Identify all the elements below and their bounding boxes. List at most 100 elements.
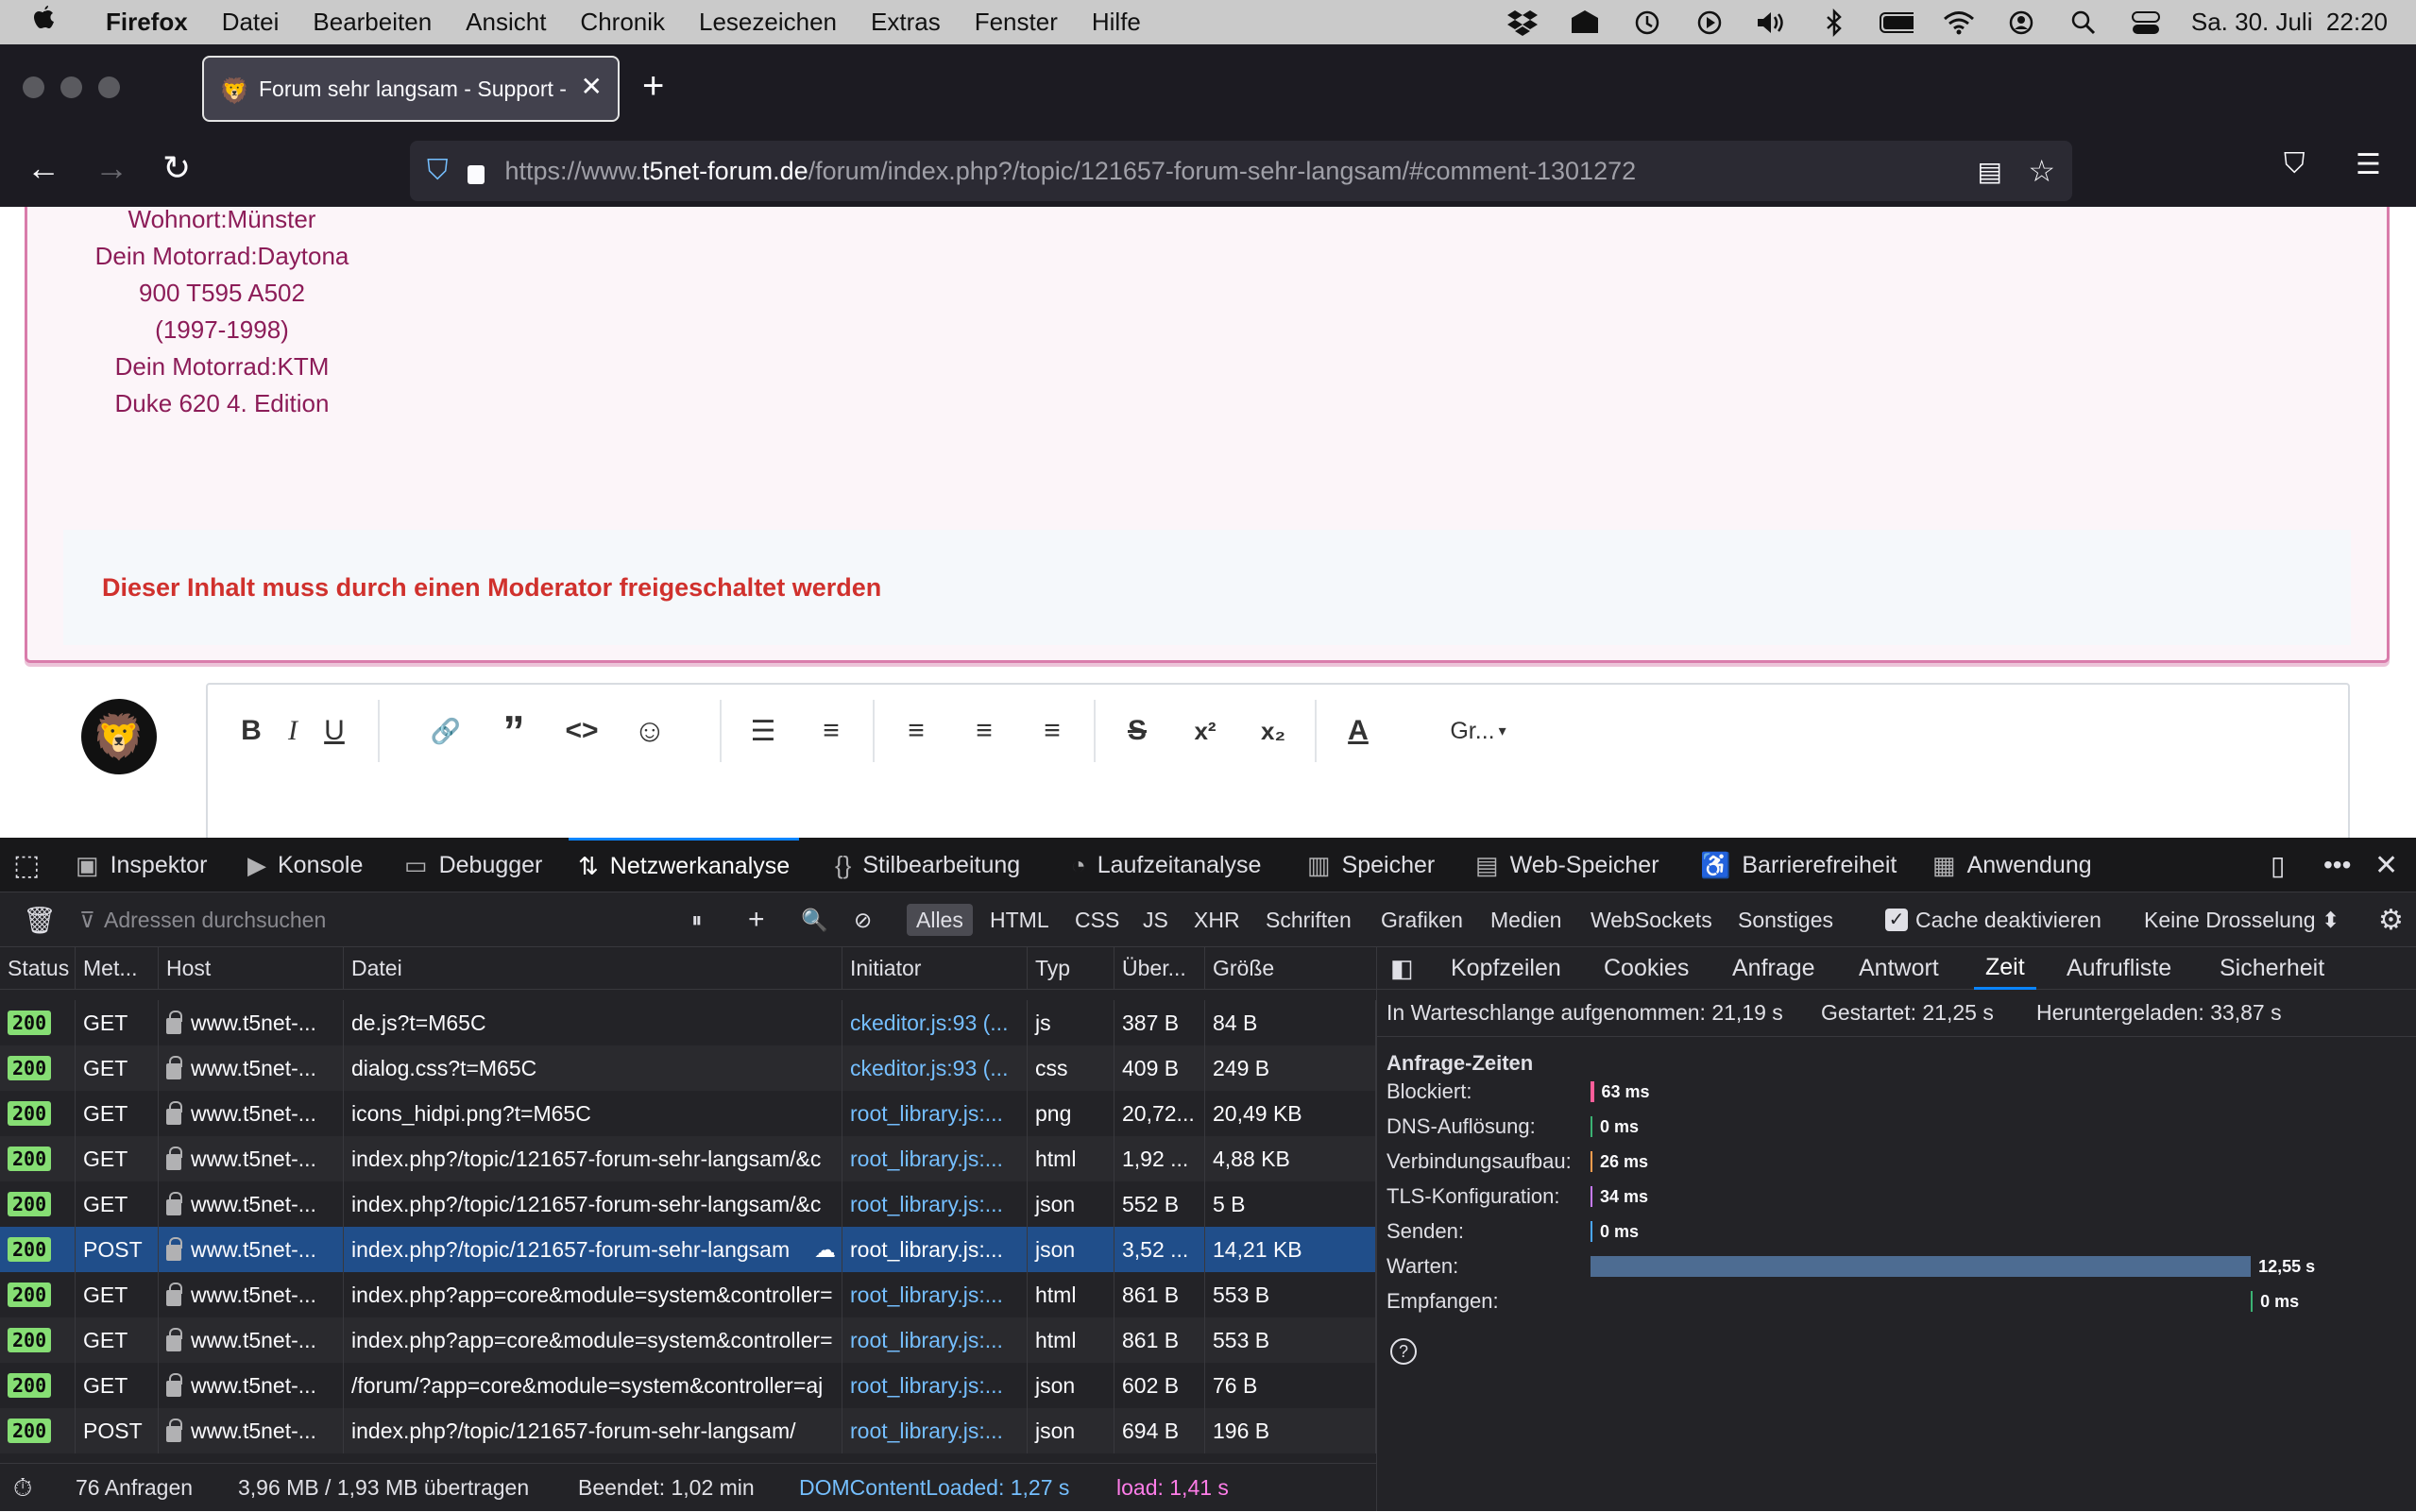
cell-initiator[interactable]: ckeditor.js:93 (... xyxy=(842,1045,1028,1091)
filter-css[interactable]: CSS xyxy=(1065,904,1129,936)
quote-button[interactable]: ” xyxy=(480,685,548,777)
more-options-icon[interactable]: ••• xyxy=(2323,838,2351,892)
close-devtools-icon[interactable]: ✕ xyxy=(2374,838,2398,892)
tab-sicherheit[interactable]: Sicherheit xyxy=(2220,947,2324,990)
play-icon[interactable] xyxy=(1693,8,1727,37)
tab-cookies[interactable]: Cookies xyxy=(1604,947,1689,990)
lock-icon[interactable] xyxy=(467,165,485,184)
url-bar[interactable]: ⛉ https://www. t5net-forum.de/forum/index… xyxy=(410,141,2072,201)
search-icon[interactable]: 🔍 xyxy=(791,904,838,936)
reader-view-icon[interactable]: ▤ xyxy=(1978,156,2002,187)
pocket-icon[interactable]: ⛉ xyxy=(2284,148,2305,180)
filter-alles[interactable]: Alles xyxy=(907,904,973,936)
help-icon[interactable]: ? xyxy=(1390,1338,1417,1365)
subscript-button[interactable]: x₂ xyxy=(1239,685,1307,777)
apple-menu-icon[interactable] xyxy=(32,5,77,40)
dropbox-icon[interactable] xyxy=(1506,8,1540,37)
cell-initiator[interactable]: root_library.js:... xyxy=(842,1317,1028,1363)
wifi-icon[interactable] xyxy=(1942,8,1976,37)
time-machine-icon[interactable] xyxy=(1630,8,1664,37)
tab-netzwerkanalyse[interactable]: ⇅ Netzwerkanalyse xyxy=(569,838,800,892)
filter-sonstiges[interactable]: Sonstiges xyxy=(1728,904,1843,936)
settings-gear-icon[interactable]: ⚙ xyxy=(2369,904,2413,936)
tab-anwendung[interactable]: ▦ Anwendung xyxy=(1932,838,2092,892)
bookmark-star-icon[interactable]: ☆ xyxy=(2028,153,2055,189)
strikethrough-button[interactable]: S xyxy=(1103,685,1171,777)
emoji-button[interactable]: ☺ xyxy=(616,685,684,777)
col-file[interactable]: Datei xyxy=(344,947,842,990)
table-row[interactable]: 200 GET www.t5net-... icons_hidpi.png?t=M65… xyxy=(0,1091,1376,1136)
cell-initiator[interactable]: root_library.js:... xyxy=(842,1408,1028,1453)
cell-initiator[interactable]: root_library.js:... xyxy=(842,1363,1028,1408)
add-icon[interactable]: + xyxy=(739,904,774,936)
stopwatch-icon[interactable]: ⏱ xyxy=(13,1464,32,1512)
table-row[interactable]: 200 GET www.t5net-... index.php?app=core&mo… xyxy=(0,1272,1376,1317)
throttling-select[interactable]: Keine Drosselung ⬍ xyxy=(2135,904,2349,936)
url-filter-input[interactable]: Adressen durchsuchen xyxy=(94,904,335,936)
control-center-icon[interactable] xyxy=(2129,8,2163,37)
menu-datei[interactable]: Datei xyxy=(222,8,280,37)
reload-button[interactable]: ↻ xyxy=(162,148,191,188)
spotlight-search-icon[interactable] xyxy=(2067,8,2101,37)
back-button[interactable]: ← xyxy=(26,148,60,188)
table-row[interactable]: 200 GET www.t5net-... index.php?app=core&mo… xyxy=(0,1317,1376,1363)
tab-barrierefreiheit[interactable]: ♿ Barrierefreiheit xyxy=(1700,838,1897,892)
filter-websockets[interactable]: WebSockets xyxy=(1581,904,1722,936)
tab-zeit[interactable]: Zeit xyxy=(1974,947,2036,990)
bulleted-list-button[interactable]: ☰ xyxy=(729,685,797,777)
user-icon[interactable] xyxy=(2004,8,2038,37)
tracking-protection-shield-icon[interactable]: ⛉ xyxy=(427,155,449,187)
filter-js[interactable]: JS xyxy=(1133,904,1178,936)
tab-anfrage[interactable]: Anfrage xyxy=(1732,947,1815,990)
table-row[interactable]: 200 GET www.t5net-... dialog.css?t=M65C cked… xyxy=(0,1045,1376,1091)
font-size-dropdown[interactable]: Gr... ▾ xyxy=(1426,685,1530,777)
font-color-button[interactable]: A xyxy=(1324,685,1392,777)
browser-tab-active[interactable]: 🦁 Forum sehr langsam - Support - ✕ xyxy=(202,56,620,122)
col-host[interactable]: Host xyxy=(159,947,344,990)
dock-side-icon[interactable]: ▯ xyxy=(2271,838,2285,892)
cell-initiator[interactable]: root_library.js:... xyxy=(842,1227,1028,1272)
align-left-button[interactable]: ≡ xyxy=(882,685,950,777)
reply-editor[interactable]: B I U 🔗 ” <> ☺ ☰ ≡ ≡ ≡ ≡ S x² x₂ A Gr...… xyxy=(206,683,2350,838)
cell-initiator[interactable]: root_library.js:... xyxy=(842,1181,1028,1227)
table-row[interactable]: 200 POST www.t5net-... index.php?/topic/121… xyxy=(0,1227,1376,1272)
tab-aufrufliste[interactable]: Aufrufliste xyxy=(2067,947,2171,990)
filter-xhr[interactable]: XHR xyxy=(1184,904,1250,936)
disable-cache-checkbox[interactable]: ✓ Cache deaktivieren xyxy=(1876,904,2111,936)
tab-stilbearbeitung[interactable]: {} Stilbearbeitung xyxy=(835,838,1020,892)
table-row[interactable]: 200 GET www.t5net-... /forum/?app=core&modu… xyxy=(0,1363,1376,1408)
menubar-clock[interactable]: Sa. 30. Juli 22:20 xyxy=(2191,8,2388,37)
battery-icon[interactable] xyxy=(1879,8,1914,37)
pause-icon[interactable]: ⏸ xyxy=(682,904,712,936)
tab-debugger[interactable]: ▭ Debugger xyxy=(404,838,542,892)
col-transferred[interactable]: Über... xyxy=(1114,947,1205,990)
link-button[interactable]: 🔗 xyxy=(412,685,480,777)
cell-initiator[interactable]: root_library.js:... xyxy=(842,1136,1028,1181)
align-center-button[interactable]: ≡ xyxy=(950,685,1018,777)
align-right-button[interactable]: ≡ xyxy=(1018,685,1086,777)
tab-speicher[interactable]: ▥ Speicher xyxy=(1307,838,1435,892)
menu-hilfe[interactable]: Hilfe xyxy=(1092,8,1141,37)
toggle-sidebar-icon[interactable]: ◧ xyxy=(1390,947,1414,990)
table-row[interactable]: 200 GET www.t5net-... index.php?/topic/1216… xyxy=(0,1136,1376,1181)
table-row[interactable]: 200 POST www.t5net-... index.php?/topic/121… xyxy=(0,1408,1376,1453)
bluetooth-icon[interactable] xyxy=(1817,8,1851,37)
element-picker-icon[interactable]: ⬚ xyxy=(13,838,40,892)
window-close-button[interactable] xyxy=(23,76,44,98)
menu-bearbeiten[interactable]: Bearbeiten xyxy=(313,8,432,37)
avatar[interactable]: 🦁 xyxy=(81,699,157,774)
col-size[interactable]: Größe xyxy=(1205,947,1376,990)
forward-button[interactable]: → xyxy=(94,148,128,188)
volume-icon[interactable] xyxy=(1755,8,1789,37)
trash-icon[interactable]: 🗑 xyxy=(13,904,66,936)
col-initiator[interactable]: Initiator xyxy=(842,947,1028,990)
window-minimize-button[interactable] xyxy=(60,76,82,98)
cloud-icon[interactable] xyxy=(1568,8,1602,37)
new-tab-button[interactable]: + xyxy=(642,65,664,108)
code-button[interactable]: <> xyxy=(548,685,616,777)
table-row[interactable]: 200 GET www.t5net-... index.php?/topic/1216… xyxy=(0,1181,1376,1227)
cell-initiator[interactable]: root_library.js:... xyxy=(842,1272,1028,1317)
cell-initiator[interactable]: ckeditor.js:93 (... xyxy=(842,1000,1028,1045)
tab-konsole[interactable]: ▶ Konsole xyxy=(247,838,363,892)
menu-ansicht[interactable]: Ansicht xyxy=(466,8,546,37)
